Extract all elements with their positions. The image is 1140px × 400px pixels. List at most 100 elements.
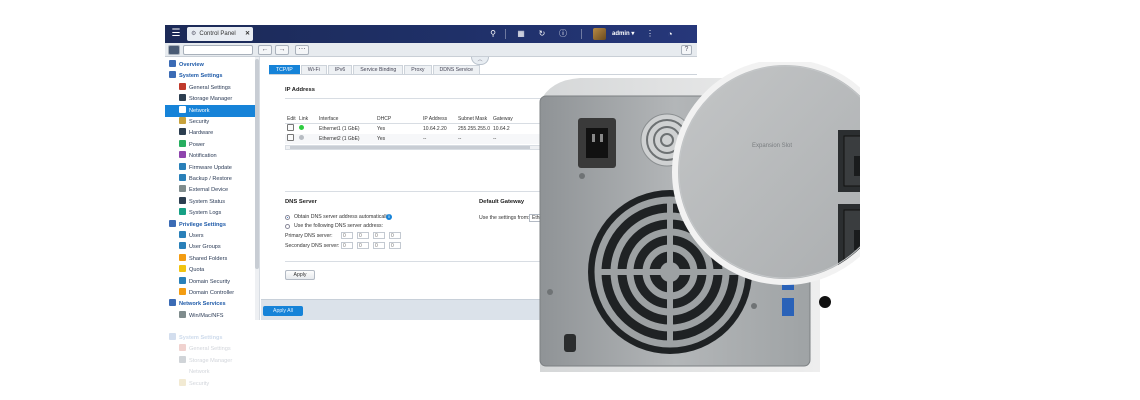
sidebar-item-label: User Groups	[189, 244, 221, 251]
tab-tcp-ip[interactable]: TCP/IP	[269, 65, 300, 74]
sidebar-item-system-logs[interactable]: System Logs	[165, 207, 255, 219]
tab-proxy[interactable]: Proxy	[404, 65, 432, 74]
dns-manual-radio[interactable]	[285, 224, 290, 229]
sidebar-reflection: System Settings General Settings Storage M…	[165, 332, 260, 400]
apply-button[interactable]: Apply	[285, 270, 315, 280]
expansion-slot-label: Expansion Slot	[752, 143, 792, 149]
primary-dns-octet[interactable]: 0	[357, 232, 369, 239]
sidebar-item-general-settings[interactable]: General Settings	[165, 82, 255, 94]
reflection-label: General Settings	[189, 346, 231, 353]
sidebar-scrollbar[interactable]	[255, 57, 259, 320]
link-status-icon	[299, 135, 304, 140]
sidebar-item-label: Backup / Restore	[189, 176, 232, 182]
sidebar-item-user-groups[interactable]: User Groups	[165, 241, 255, 253]
cell-ip: --	[423, 136, 427, 142]
reflection-label: Storage Manager	[189, 357, 233, 364]
sidebar-item-storage-manager[interactable]: Storage Manager	[165, 93, 255, 105]
forward-icon[interactable]: →	[275, 45, 289, 55]
col-link: Link	[299, 116, 309, 122]
system-settings-icon	[169, 71, 176, 79]
tab-ipv6[interactable]: IPv6	[327, 65, 353, 74]
secondary-dns-octet[interactable]: 0	[357, 242, 369, 249]
sidebar-item-network-services[interactable]: Network Services	[165, 298, 255, 310]
help-icon[interactable]: ?	[681, 45, 692, 55]
secondary-dns-label: Secondary DNS server:	[285, 243, 340, 249]
grid-view-icon[interactable]	[168, 45, 180, 55]
default-gateway-title: Default Gateway	[479, 199, 525, 205]
event-notification-icon[interactable]: ⓘ	[556, 25, 570, 43]
sidebar-item-system-status[interactable]: System Status	[165, 196, 255, 208]
search-icon[interactable]: ⚲	[486, 25, 500, 43]
tab-control-panel[interactable]: ⚙ Control Panel ✕	[187, 27, 253, 41]
primary-dns-octet[interactable]: 0	[389, 232, 401, 239]
apps-icon[interactable]: ⋯	[295, 45, 309, 55]
sidebar-item-label: Power	[189, 141, 205, 148]
firmware-update-icon	[179, 162, 186, 170]
sidebar-item-backup-restore[interactable]: Backup / Restore	[165, 173, 255, 185]
sidebar-item-label: Hardware	[189, 130, 214, 137]
link-status-icon	[299, 125, 304, 130]
tab-label: Control Panel	[199, 31, 236, 37]
tab-service-binding[interactable]: Service Binding	[353, 65, 404, 74]
tab-ddns-service[interactable]: DDNS Service	[432, 65, 480, 74]
sidebar-item-network[interactable]: Network	[165, 104, 255, 117]
info-icon[interactable]: i	[386, 214, 392, 220]
sidebar-item-users[interactable]: Users	[165, 230, 255, 242]
close-icon[interactable]: ✕	[245, 27, 250, 41]
reflection-label: System Settings	[179, 335, 223, 341]
background-tasks-icon[interactable]: ▦	[514, 25, 528, 43]
sidebar-item-label: Firmware Update	[189, 164, 232, 171]
sidebar-item-system-settings[interactable]: System Settings	[165, 70, 255, 82]
users-icon	[179, 231, 186, 238]
collapse-icon[interactable]: ︿	[471, 57, 489, 65]
sidebar-item-label: Overview	[179, 62, 204, 68]
secondary-dns-octet[interactable]: 0	[373, 242, 385, 249]
dns-auto-radio[interactable]	[285, 215, 290, 220]
more-options-icon[interactable]: ⋮	[643, 25, 657, 43]
power-icon	[179, 139, 186, 147]
gear-icon: ⚙	[191, 31, 197, 37]
external-device-icon[interactable]: ↻	[535, 25, 549, 43]
sidebar-item-shared-folders[interactable]: Shared Folders	[165, 253, 255, 265]
shared-folders-icon	[179, 253, 186, 261]
sidebar-item-label: Win/Mac/NFS	[189, 312, 224, 319]
tab-wifi[interactable]: Wi-Fi	[300, 65, 327, 74]
sidebar-item-label: System Settings	[179, 73, 223, 80]
sidebar-item-overview[interactable]: Overview	[165, 59, 255, 71]
sidebar-item-label: Domain Security	[189, 278, 231, 285]
settings-tabs: TCP/IP Wi-Fi IPv6 Service Binding Proxy …	[269, 65, 481, 74]
sidebar-item-power[interactable]: Power	[165, 139, 255, 151]
sidebar-item-security[interactable]: Security	[165, 116, 255, 128]
edit-icon[interactable]	[287, 134, 294, 141]
sidebar-item-quota[interactable]: Quota	[165, 264, 255, 276]
avatar[interactable]	[593, 28, 606, 40]
dashboard-gauge-icon[interactable]: ◔	[663, 25, 677, 43]
primary-dns-octet[interactable]: 0	[373, 232, 385, 239]
sidebar-item-hardware[interactable]: Hardware	[165, 127, 255, 139]
sidebar-item-label: Security	[189, 119, 210, 125]
sidebar-item-firmware-update[interactable]: Firmware Update	[165, 162, 255, 174]
primary-dns-label: Primary DNS server:	[285, 233, 333, 239]
secondary-dns-octet[interactable]: 0	[341, 242, 353, 249]
main-menu-icon[interactable]: ☰	[168, 27, 184, 41]
sidebar-item-privilege-settings[interactable]: Privilege Settings	[165, 219, 255, 231]
sidebar-item-external-device[interactable]: External Device	[165, 184, 255, 196]
reflection-label: Network	[189, 369, 210, 376]
notification-icon	[179, 151, 186, 159]
sidebar-item-domain-controller[interactable]: Domain Controller	[165, 287, 255, 299]
search-input[interactable]	[183, 45, 253, 55]
edit-icon[interactable]	[287, 124, 294, 131]
reflection-icon	[169, 333, 176, 340]
secondary-dns-octet[interactable]: 0	[389, 242, 401, 249]
primary-dns-octet[interactable]: 0	[341, 232, 353, 239]
col-edit: Edit	[287, 116, 296, 122]
sidebar-item-domain-security[interactable]: Domain Security	[165, 276, 255, 288]
sidebar-item-label: Notification	[189, 153, 217, 160]
apply-all-button[interactable]: Apply All	[263, 306, 303, 316]
col-interface: Interface	[319, 116, 339, 122]
back-icon[interactable]: ←	[258, 45, 272, 55]
user-menu[interactable]: admin ▾	[612, 25, 634, 43]
reflection-icon	[179, 367, 186, 375]
sidebar-item-notification[interactable]: Notification	[165, 150, 255, 162]
privilege-settings-icon	[169, 219, 176, 227]
